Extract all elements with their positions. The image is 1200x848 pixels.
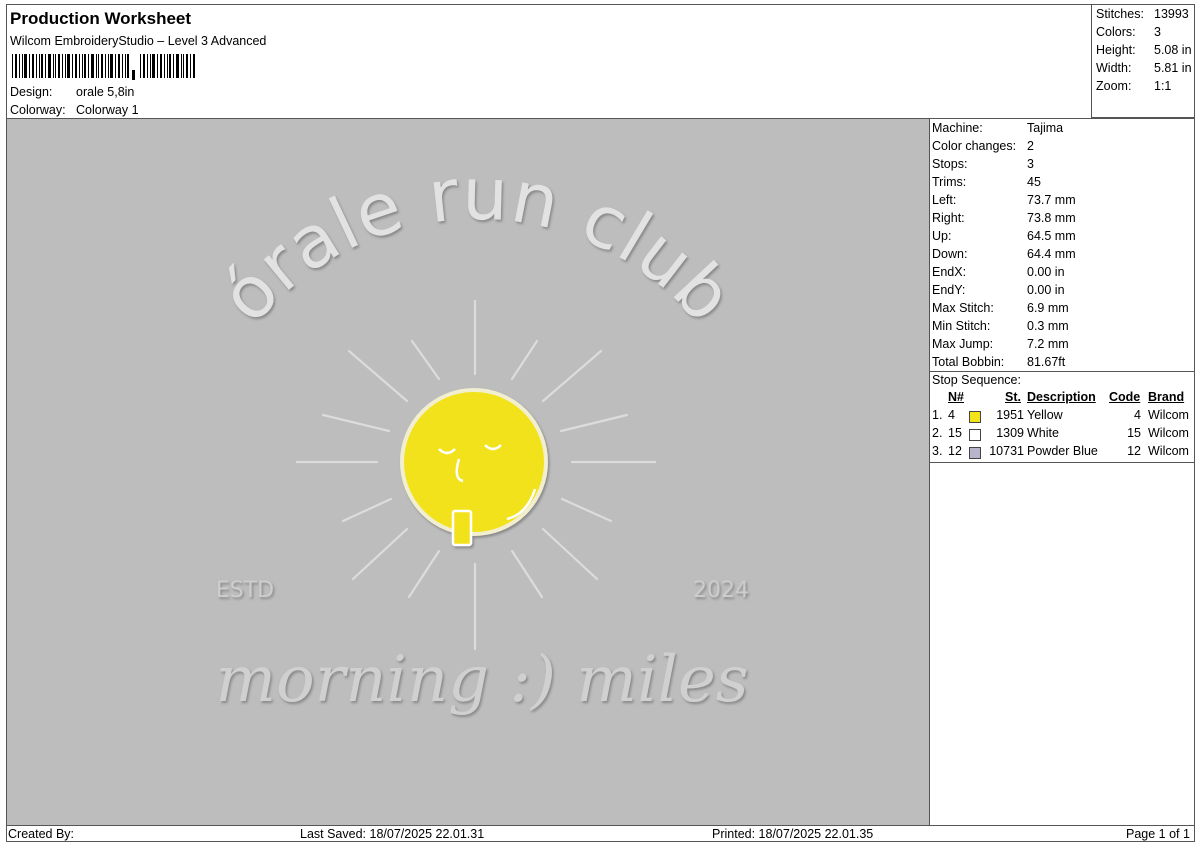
color-swatch-white	[969, 429, 981, 441]
col-st: St.	[1005, 390, 1021, 404]
up-row: Up: 64.5 mm	[932, 229, 1076, 243]
stop-row: 2. 15 1309 White 15 Wilcom	[932, 426, 1189, 441]
min-stitch-row: Min Stitch: 0.3 mm	[932, 319, 1069, 333]
down-row: Down: 64.4 mm	[932, 247, 1076, 261]
machine-row: Machine: Tajima	[932, 121, 1064, 135]
max-jump-row: Max Jump: 7.2 mm	[932, 337, 1069, 351]
stop-sequence-header: N# St. Description Code Brand	[930, 390, 1195, 408]
last-saved: Last Saved: 18/07/2025 22.01.31	[300, 827, 485, 841]
total-bobbin-row: Total Bobbin: 81.67ft	[932, 355, 1066, 369]
estd-label: ESTD	[216, 578, 274, 603]
col-code: Code	[1109, 390, 1141, 404]
tagline: morning :) miles	[215, 643, 748, 717]
stat-height: Height: 5.08 in	[1096, 43, 1192, 57]
colorway-value: Colorway 1	[76, 103, 139, 117]
colorway-row: Colorway: Colorway 1	[10, 103, 139, 117]
stop-sequence-bottom-line	[930, 462, 1195, 463]
embroidery-design: órale run club ESTD 2024 morning :) mile…	[204, 151, 751, 717]
endx-row: EndX: 0.00 in	[932, 265, 1065, 279]
col-n: N#	[948, 390, 964, 404]
design-row: Design: orale 5,8in	[10, 85, 134, 99]
barcode-image	[12, 54, 195, 80]
created-by: Created By:	[8, 827, 75, 841]
colorway-label: Colorway:	[10, 103, 66, 117]
stat-width: Width: 5.81 in	[1096, 61, 1192, 75]
stop-sequence-title: Stop Sequence:	[932, 373, 1021, 387]
stat-stitches: Stitches: 13993	[1096, 7, 1189, 21]
trims-row: Trims: 45	[932, 175, 1041, 189]
stop-row: 1. 4 1951 Yellow 4 Wilcom	[932, 408, 1189, 423]
design-preview: órale run club ESTD 2024 morning :) mile…	[7, 119, 929, 825]
right-row: Right: 73.8 mm	[932, 211, 1076, 225]
col-brand: Brand	[1148, 390, 1185, 404]
stops-row: Stops: 3	[932, 157, 1034, 171]
stat-colors: Colors: 3	[1096, 25, 1161, 39]
year-label: 2024	[693, 578, 749, 603]
design-label: Design:	[10, 85, 53, 99]
arc-title: órale run club	[204, 151, 751, 338]
stop-row: 3. 12 10731 Powder Blue 12 Wilcom	[932, 444, 1189, 459]
sun-face	[400, 388, 548, 547]
footer-divider	[6, 825, 1195, 826]
max-stitch-row: Max Stitch: 6.9 mm	[932, 301, 1069, 315]
stat-zoom: Zoom: 1:1	[1096, 79, 1172, 93]
col-description: Description	[1027, 390, 1096, 404]
worksheet-header: Production Worksheet Wilcom EmbroiderySt…	[8, 6, 1088, 117]
color-swatch-powder-blue	[969, 447, 981, 459]
color-changes-row: Color changes: 2	[932, 139, 1034, 153]
color-swatch-yellow	[969, 411, 981, 423]
endy-row: EndY: 0.00 in	[932, 283, 1065, 297]
printed-date: Printed: 18/07/2025 22.01.35	[712, 827, 874, 841]
worksheet-title: Production Worksheet	[10, 9, 192, 28]
software-name: Wilcom EmbroideryStudio – Level 3 Advanc…	[10, 34, 267, 48]
left-row: Left: 73.7 mm	[932, 193, 1076, 207]
design-value: orale 5,8in	[76, 85, 135, 99]
page-number: Page 1 of 1	[1126, 827, 1190, 841]
design-stats: Stitches: 13993 Colors: 3 Height: 5.08 in W…	[1091, 4, 1195, 118]
machine-info-panel: Machine: Tajima Color changes: 2 Stops: 3 T…	[930, 119, 1195, 825]
panel-separator	[930, 371, 1195, 372]
